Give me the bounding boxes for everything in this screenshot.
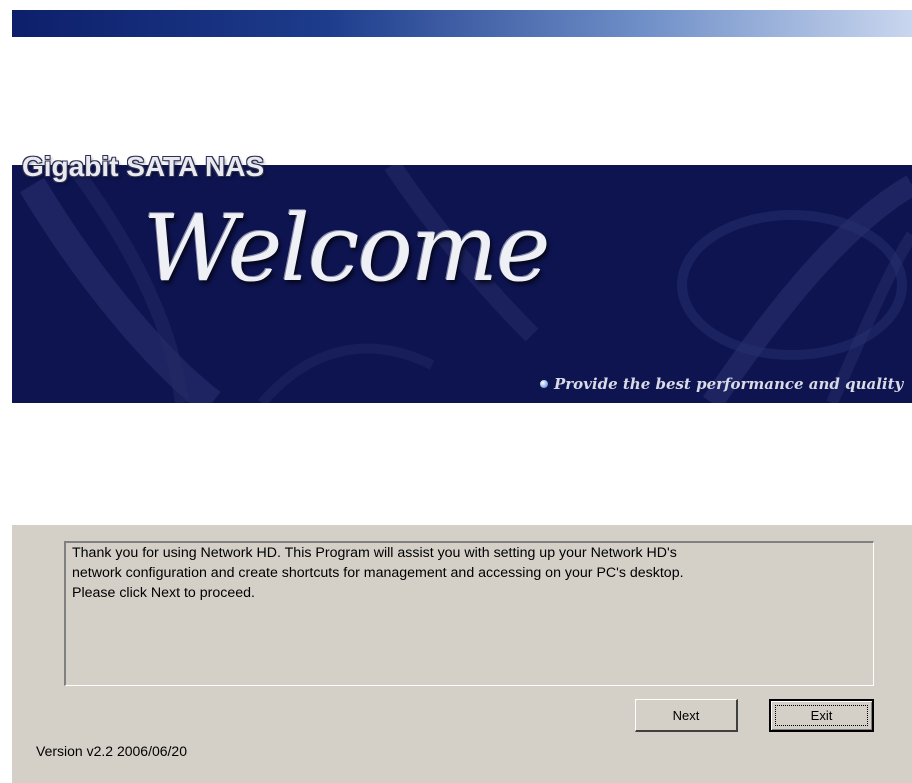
tagline: Provide the best performance and quality	[540, 375, 903, 393]
header-whitespace	[12, 37, 912, 165]
next-button[interactable]: Next	[635, 699, 738, 732]
welcome-heading: Welcome	[143, 195, 551, 302]
banner-bottom-whitespace	[12, 403, 912, 525]
product-name-logo: Gigabit SATA NAS	[22, 151, 265, 182]
title-bar[interactable]	[12, 10, 912, 37]
version-label: Version v2.2 2006/06/20	[36, 743, 188, 759]
exit-button[interactable]: Exit	[769, 699, 874, 732]
welcome-message: Thank you for using Network HD. This Pro…	[72, 545, 684, 601]
next-button-label: Next	[672, 707, 700, 723]
setup-wizard-window: Gigabit SATA NAS Welcome Provide the bes…	[0, 0, 912, 783]
exit-button-label: Exit	[810, 708, 833, 723]
bullet-icon	[540, 380, 548, 388]
tagline-text: Provide the best performance and quality	[554, 375, 904, 393]
